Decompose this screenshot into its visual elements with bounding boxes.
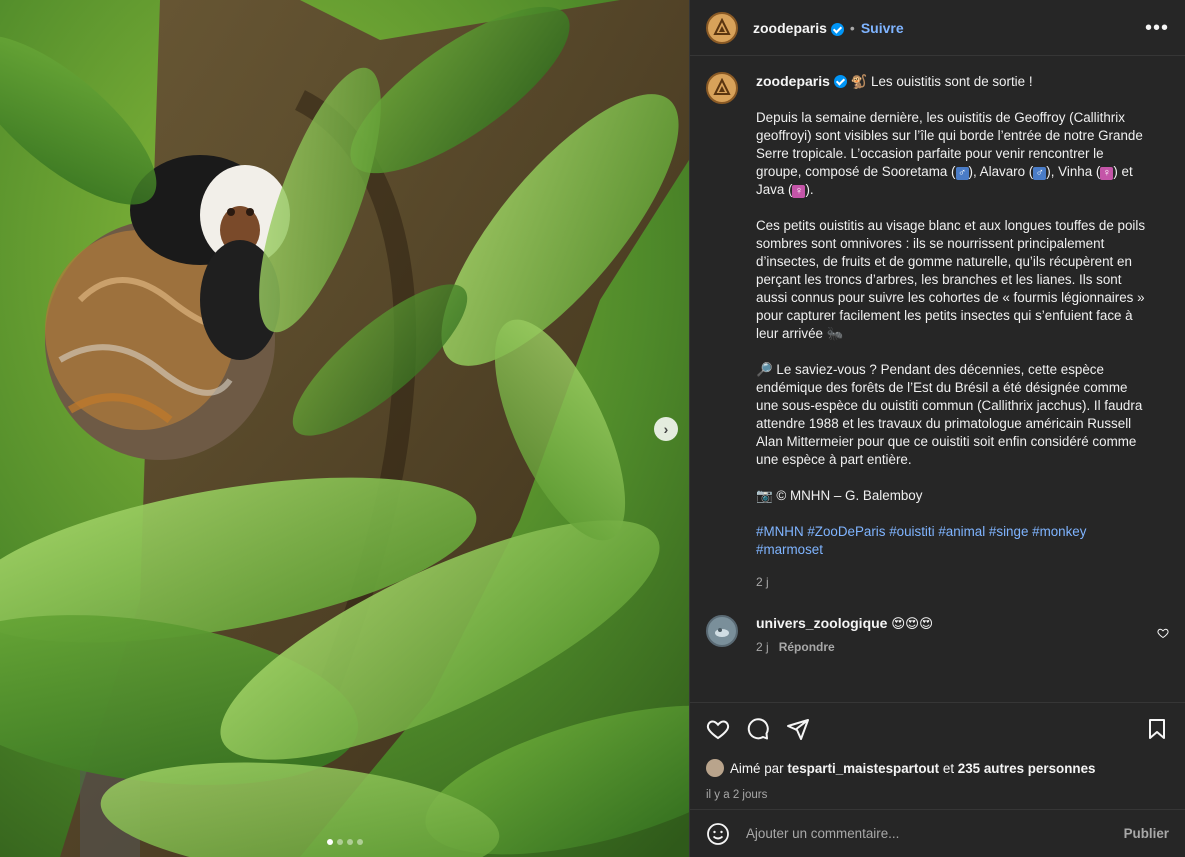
separator-dot: • bbox=[849, 19, 855, 36]
caption-text: zoodeparis 🐒 Les ouistitis sont de sorti… bbox=[756, 72, 1151, 591]
caption: zoodeparis 🐒 Les ouistitis sont de sorti… bbox=[706, 72, 1169, 591]
post-header: zoodeparis • Suivre ••• bbox=[690, 0, 1185, 56]
commenter-avatar[interactable] bbox=[706, 615, 738, 647]
likes-middle: et bbox=[942, 760, 955, 776]
comment-timestamp[interactable]: 2 j bbox=[756, 640, 769, 654]
reply-button[interactable]: Répondre bbox=[779, 640, 835, 654]
caption-timestamp[interactable]: 2 j bbox=[756, 573, 1151, 591]
carousel-dots bbox=[0, 839, 689, 845]
caption-paragraph-3: 🔎 Le saviez-vous ? Pendant des décennies… bbox=[756, 362, 1143, 467]
chevron-right-icon: › bbox=[663, 421, 669, 437]
male-symbol-icon: ♂ bbox=[1033, 167, 1047, 180]
more-options-icon[interactable]: ••• bbox=[1145, 18, 1169, 38]
comment-bubble-icon[interactable] bbox=[746, 717, 770, 741]
zoo-logo-icon bbox=[713, 78, 731, 95]
marmoset-photo bbox=[0, 0, 689, 857]
female-symbol-icon: ♀ bbox=[1100, 167, 1114, 180]
caption-avatar[interactable] bbox=[706, 72, 738, 104]
liker-username[interactable]: tesparti_maistespartout bbox=[787, 761, 939, 776]
bookmark-icon[interactable] bbox=[1145, 717, 1169, 741]
post-photo[interactable]: › bbox=[0, 0, 689, 857]
female-symbol-icon: ♀ bbox=[792, 185, 806, 198]
zoo-logo-icon bbox=[713, 17, 731, 35]
author-username[interactable]: zoodeparis bbox=[753, 20, 827, 36]
like-comment-heart-icon[interactable] bbox=[1157, 627, 1169, 639]
like-heart-icon[interactable] bbox=[706, 717, 730, 741]
likes-prefix: Aimé par bbox=[730, 760, 784, 776]
carousel-next-button[interactable]: › bbox=[654, 417, 678, 441]
carousel-dot bbox=[326, 839, 333, 845]
emoji-picker-icon[interactable] bbox=[706, 822, 730, 846]
post-actions: Aimé par tesparti_maistespartout et 235 … bbox=[690, 702, 1185, 801]
caption-paragraph-2: Ces petits ouistitis au visage blanc et … bbox=[756, 218, 1146, 341]
add-comment-bar: Publier bbox=[690, 809, 1185, 857]
bird-avatar-icon bbox=[715, 628, 729, 637]
caption-hashtags[interactable]: #MNHN #ZooDeParis #ouistiti #animal #sin… bbox=[756, 523, 1151, 559]
male-symbol-icon: ♂ bbox=[955, 167, 969, 180]
verified-badge-icon bbox=[830, 23, 844, 36]
caption-headline: 🐒 Les ouistitis sont de sortie ! bbox=[850, 74, 1033, 89]
likes-others-link[interactable]: 235 autres personnes bbox=[958, 761, 1096, 776]
post-timestamp[interactable]: il y a 2 jours bbox=[706, 789, 1169, 801]
follow-button[interactable]: Suivre bbox=[861, 20, 904, 36]
post-side-panel: zoodeparis • Suivre ••• zoodeparis 🐒 Les… bbox=[689, 0, 1185, 857]
carousel-dot bbox=[356, 839, 363, 845]
profile-avatar[interactable] bbox=[706, 11, 738, 44]
caption-username[interactable]: zoodeparis bbox=[756, 73, 830, 89]
likes-summary: Aimé par tesparti_maistespartout et 235 … bbox=[706, 759, 1169, 777]
commenter-username[interactable]: univers_zoologique bbox=[756, 615, 887, 631]
carousel-dot bbox=[336, 839, 343, 845]
verified-badge-icon bbox=[833, 75, 847, 88]
share-send-icon[interactable] bbox=[786, 717, 810, 741]
comment-input[interactable] bbox=[746, 826, 1124, 841]
caption-paragraph-1: Depuis la semaine dernière, les ouistiti… bbox=[756, 110, 1143, 198]
liker-avatar[interactable] bbox=[706, 759, 724, 777]
caption-credit: 📷 © MNHN – G. Balemboy bbox=[756, 488, 923, 503]
comments-area[interactable]: zoodeparis 🐒 Les ouistitis sont de sorti… bbox=[690, 56, 1185, 702]
carousel-dot bbox=[346, 839, 353, 845]
post-modal: › zoodeparis • Suivre ••• zoodeparis 🐒 L… bbox=[0, 0, 1185, 857]
comment-item: univers_zoologique 😍😍😍 2 j Répondre bbox=[706, 615, 1169, 654]
publish-button[interactable]: Publier bbox=[1124, 826, 1169, 841]
comment-text: 😍😍😍 bbox=[891, 616, 934, 631]
comment-body: univers_zoologique 😍😍😍 2 j Répondre bbox=[756, 615, 1157, 654]
